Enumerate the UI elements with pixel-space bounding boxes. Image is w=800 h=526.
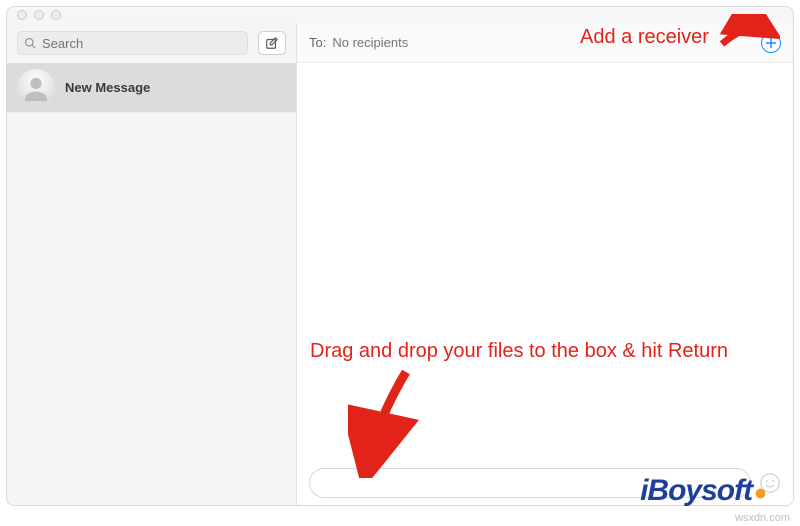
add-recipient-button[interactable] — [761, 33, 781, 53]
conversation-pane: To: — [297, 23, 793, 505]
conversation-title: New Message — [65, 80, 150, 95]
sidebar-toolbar — [7, 23, 296, 63]
main-split: New Message To: — [7, 23, 793, 505]
zoom-window-icon[interactable] — [51, 10, 61, 20]
conversation-item[interactable]: New Message — [7, 63, 296, 113]
search-field[interactable] — [17, 31, 248, 55]
sidebar: New Message — [7, 23, 297, 505]
message-area[interactable] — [297, 63, 793, 461]
titlebar — [7, 7, 793, 23]
to-field[interactable] — [332, 35, 755, 50]
to-row: To: — [297, 23, 793, 63]
plus-icon — [765, 37, 777, 49]
conversation-list: New Message — [7, 63, 296, 505]
watermark-text: iBoysoft — [640, 474, 752, 508]
compose-button[interactable] — [258, 31, 286, 55]
search-icon — [24, 37, 36, 49]
messages-window: New Message To: — [6, 6, 794, 506]
compose-icon — [265, 36, 279, 50]
search-input[interactable] — [42, 36, 241, 51]
watermark-logo: iBoysoft• — [640, 474, 762, 508]
to-label: To: — [309, 35, 326, 50]
person-icon — [21, 73, 51, 103]
avatar — [17, 69, 55, 107]
minimize-window-icon[interactable] — [34, 10, 44, 20]
site-watermark: wsxdn.com — [735, 512, 790, 524]
close-window-icon[interactable] — [17, 10, 27, 20]
